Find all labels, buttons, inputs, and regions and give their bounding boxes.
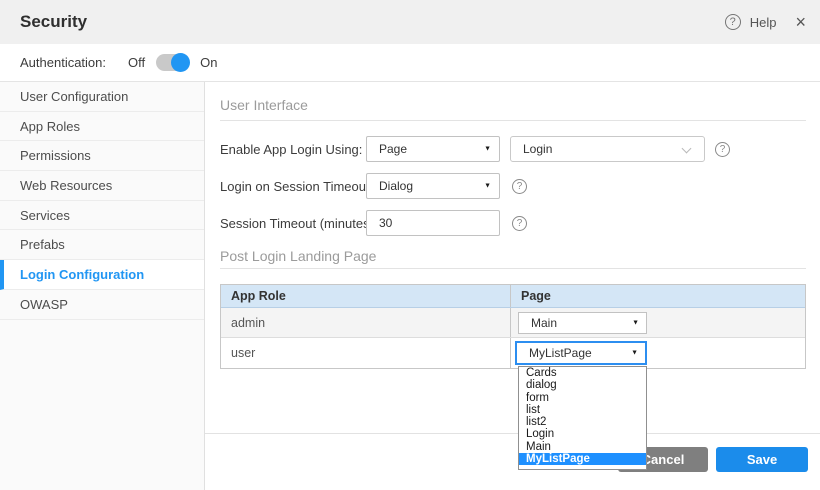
chevron-down-icon: [682, 144, 692, 154]
sidebar-item-permissions[interactable]: Permissions: [0, 141, 204, 171]
dropdown-option-form[interactable]: form: [519, 392, 646, 404]
user-page-value: MyListPage: [529, 346, 592, 360]
settings-sidebar: User Configuration App Roles Permissions…: [0, 82, 205, 490]
toggle-off-label: Off: [128, 55, 145, 70]
session-timeout-type-value: Dialog: [379, 179, 413, 193]
header-actions: ? Help ×: [725, 0, 806, 44]
toggle-knob: [171, 53, 190, 72]
session-timeout-login-label: Login on Session Timeout:: [220, 173, 373, 199]
enable-app-login-label: Enable App Login Using:: [220, 136, 362, 162]
footer-divider: [205, 433, 820, 434]
section-divider: [220, 268, 806, 269]
help-icon[interactable]: ?: [725, 14, 741, 30]
login-type-select[interactable]: Page ▼: [366, 136, 500, 162]
page-title: Security: [20, 12, 87, 32]
section-divider: [220, 120, 806, 121]
login-page-select[interactable]: Login: [510, 136, 705, 162]
sidebar-item-prefabs[interactable]: Prefabs: [0, 230, 204, 260]
table-header-page: Page: [511, 285, 805, 307]
login-page-value: Login: [523, 142, 552, 156]
dropdown-option-dialog[interactable]: dialog: [519, 379, 646, 391]
caret-down-icon: ▼: [484, 183, 491, 190]
page-dropdown-list: Cards dialog form list list2 Login Main …: [518, 366, 647, 470]
help-icon[interactable]: ?: [512, 179, 527, 194]
table-row: admin Main ▼: [221, 308, 805, 338]
table-header-app-role: App Role: [221, 285, 511, 307]
authentication-label: Authentication:: [20, 55, 106, 70]
close-icon[interactable]: ×: [795, 13, 806, 31]
admin-page-select[interactable]: Main ▼: [518, 312, 647, 334]
table-header-row: App Role Page: [221, 285, 805, 308]
sidebar-item-owasp[interactable]: OWASP: [0, 290, 204, 320]
session-timeout-minutes-label: Session Timeout (minutes):: [220, 210, 378, 236]
user-page-select[interactable]: MyListPage ▼: [515, 341, 647, 365]
caret-down-icon: ▼: [484, 146, 491, 153]
section-title-post-login: Post Login Landing Page: [220, 248, 376, 264]
session-timeout-type-select[interactable]: Dialog ▼: [366, 173, 500, 199]
dropdown-option-list[interactable]: list: [519, 404, 646, 416]
toggle-on-label: On: [200, 55, 217, 70]
table-row: user MyListPage ▼: [221, 338, 805, 368]
help-link[interactable]: Help: [750, 15, 777, 30]
page-header: Security ? Help ×: [0, 0, 820, 44]
sidebar-item-login-configuration[interactable]: Login Configuration: [0, 260, 204, 290]
section-title-user-interface: User Interface: [220, 97, 308, 113]
authentication-bar: Authentication: Off On: [0, 44, 820, 82]
sidebar-item-web-resources[interactable]: Web Resources: [0, 171, 204, 201]
caret-down-icon: ▼: [631, 350, 638, 357]
security-page: Security ? Help × Authentication: Off On…: [0, 0, 820, 490]
help-icon[interactable]: ?: [715, 142, 730, 157]
page-cell: Main ▼: [511, 308, 805, 337]
session-timeout-input[interactable]: [366, 210, 500, 236]
save-button[interactable]: Save: [716, 447, 808, 472]
dropdown-option-mylistpage[interactable]: MyListPage: [519, 453, 646, 465]
sidebar-item-user-configuration[interactable]: User Configuration: [0, 82, 204, 112]
app-role-cell: user: [221, 338, 511, 368]
caret-down-icon: ▼: [632, 320, 639, 327]
login-type-value: Page: [379, 142, 407, 156]
app-role-cell: admin: [221, 308, 511, 337]
sidebar-item-app-roles[interactable]: App Roles: [0, 112, 204, 142]
help-icon[interactable]: ?: [512, 216, 527, 231]
authentication-toggle[interactable]: [156, 54, 189, 71]
admin-page-value: Main: [531, 316, 557, 330]
dropdown-option-login[interactable]: Login: [519, 428, 646, 440]
sidebar-item-services[interactable]: Services: [0, 201, 204, 231]
dropdown-option-list2[interactable]: list2: [519, 416, 646, 428]
dropdown-option-cards[interactable]: Cards: [519, 367, 646, 379]
post-login-table: App Role Page admin Main ▼ user MyListPa…: [220, 284, 806, 369]
page-cell: MyListPage ▼: [511, 338, 805, 368]
dropdown-option-main[interactable]: Main: [519, 441, 646, 453]
